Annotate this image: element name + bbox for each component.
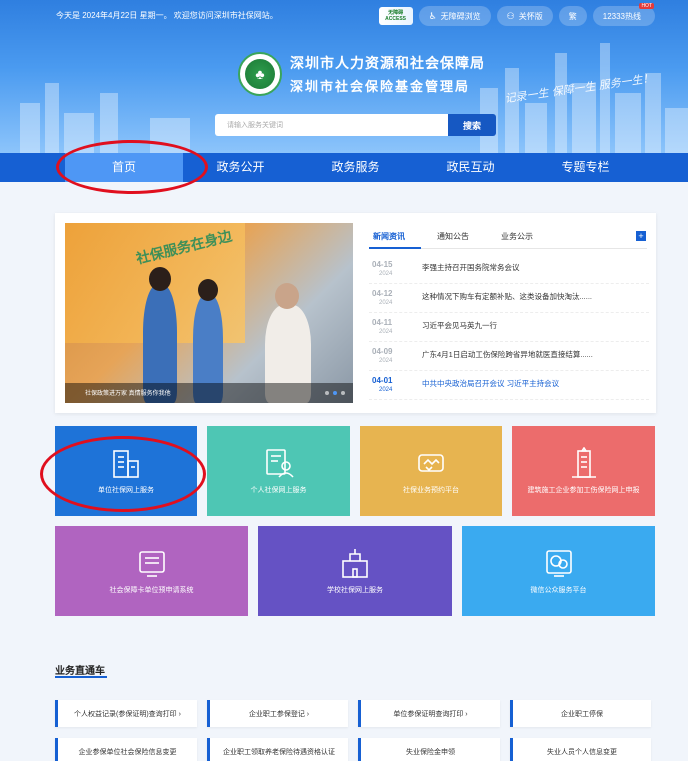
carousel-dot[interactable] xyxy=(341,391,345,395)
elder-mode-button[interactable]: ⚇ 关怀版 xyxy=(496,6,553,26)
carousel-dots xyxy=(325,391,345,395)
news-year: 2024 xyxy=(379,387,393,393)
tile-construction-injury-insurance[interactable]: 建筑施工企业参加工伤保险网上申报 xyxy=(512,426,655,516)
news-item-highlighted[interactable]: 04-01 2024 中共中央政治局召开会议 习近平主持会议 xyxy=(369,371,649,400)
nav-home[interactable]: 首页 xyxy=(65,153,183,182)
active-tab-underline xyxy=(369,247,421,249)
search-bar: 搜索 xyxy=(215,114,496,136)
tab-business-publicity[interactable]: 业务公示 xyxy=(501,231,533,242)
person-card-icon xyxy=(265,449,294,478)
tile-label: 单位社保网上服务 xyxy=(98,487,154,494)
news-year: 2024 xyxy=(379,271,393,277)
tile-label: 学校社保网上服务 xyxy=(327,587,383,594)
hotline-label: 12333热线 xyxy=(602,11,641,21)
office-building-icon xyxy=(113,450,139,478)
news-title[interactable]: 中共中央政治局召开会议 习近平主持会议 xyxy=(422,378,612,389)
tree-icon: ♣ xyxy=(245,59,275,89)
person-head xyxy=(198,279,218,301)
wechat-icon xyxy=(545,550,572,577)
barrier-free-label: 无障碍浏览 xyxy=(440,11,481,21)
news-title[interactable]: 习近平会见马英九一行 xyxy=(422,320,612,331)
date-welcome-text: 今天是 2024年4月22日 星期一。 欢迎您访问深圳市社保网站。 xyxy=(56,11,278,20)
tile-label: 社保业务预约平台 xyxy=(403,487,459,494)
news-title[interactable]: 李强主持召开国务院常务会议 xyxy=(422,262,612,273)
news-year: 2024 xyxy=(379,329,393,335)
more-plus-icon[interactable]: + xyxy=(636,231,646,241)
emblem-icon: ♣ xyxy=(238,52,282,96)
news-date: 04-12 xyxy=(372,289,393,298)
biz-link-pension-qualification[interactable]: 企业职工领取养老保险待遇资格认证 xyxy=(207,738,348,761)
biz-link-unemployed-info-change[interactable]: 失业人员个人信息变更 xyxy=(510,738,651,761)
section-underline xyxy=(55,676,107,678)
news-item[interactable]: 04-09 2024 广东4月1日启动工伤保险跨省异地就医直接结算...... xyxy=(369,342,649,371)
tile-label: 社会保障卡单位预申请系统 xyxy=(109,587,194,594)
nav-interaction[interactable]: 政民互动 xyxy=(413,153,528,182)
tile-unit-social-security[interactable]: 单位社保网上服务 xyxy=(55,426,197,516)
tile-label: 个人社保网上服务 xyxy=(250,487,307,494)
construction-building-icon xyxy=(571,447,596,478)
org-name-primary: 深圳市人力资源和社会保障局 xyxy=(290,55,485,71)
carousel-dot-active[interactable] xyxy=(333,391,337,395)
tile-school-social-security[interactable]: 学校社保网上服务 xyxy=(258,526,452,616)
biz-link-personal-record[interactable]: 个人权益记录(参保证明)查询打印 › xyxy=(55,700,197,727)
news-list: 04-15 2024 李强主持召开国务院常务会议 04-12 2024 这种情况… xyxy=(369,255,649,400)
tile-wechat-service[interactable]: 微信公众服务平台 xyxy=(462,526,655,616)
card-list-icon xyxy=(138,551,165,577)
tile-appointment-platform[interactable]: 社保业务预约平台 xyxy=(360,426,502,516)
top-bar: 今天是 2024年4月22日 星期一。 欢迎您访问深圳市社保网站。 无障碍 AC… xyxy=(0,0,688,32)
tab-news[interactable]: 新闻资讯 xyxy=(373,231,405,242)
barrier-free-button[interactable]: ♿ 无障碍浏览 xyxy=(418,6,491,26)
news-title[interactable]: 广东4月1日启动工伤保险跨省异地就医直接结算...... xyxy=(422,349,612,360)
biz-link-employee-registration[interactable]: 企业职工参保登记 › xyxy=(207,700,348,727)
people-icon: ⚇ xyxy=(506,10,515,21)
traditional-chinese-button[interactable]: 繁 xyxy=(558,6,587,26)
biz-link-employee-stop[interactable]: 企业职工停保 xyxy=(510,700,651,727)
tile-label: 微信公众服务平台 xyxy=(530,587,587,594)
news-year: 2024 xyxy=(379,358,393,364)
news-title[interactable]: 这种情况下购车有定额补贴、这类设备加快淘汰...... xyxy=(422,291,612,302)
person-head xyxy=(275,283,299,309)
news-date: 04-15 xyxy=(372,260,393,269)
news-panel: 社保服务在身边 社保政策进万家 真情服务你我他 新闻资讯 通知公告 业务公示 +… xyxy=(55,213,656,413)
news-year: 2024 xyxy=(379,300,393,306)
business-express-title: 业务直通车 xyxy=(55,666,105,677)
carousel-dot[interactable] xyxy=(325,391,329,395)
elder-mode-label: 关怀版 xyxy=(518,11,543,21)
news-tabs: 新闻资讯 通知公告 业务公示 xyxy=(369,229,647,249)
site-header: 今天是 2024年4月22日 星期一。 欢迎您访问深圳市社保网站。 无障碍 AC… xyxy=(0,0,688,153)
search-button[interactable]: 搜索 xyxy=(448,114,496,136)
organization-names: 深圳市人力资源和社会保障局 深圳市社会保险基金管理局 xyxy=(290,53,485,95)
news-item[interactable]: 04-12 2024 这种情况下购车有定额补贴、这类设备加快淘汰...... xyxy=(369,284,649,313)
nav-special-topics[interactable]: 专题专栏 xyxy=(528,153,643,182)
tile-social-card-preapplication[interactable]: 社会保障卡单位预申请系统 xyxy=(55,526,248,616)
wheelchair-icon: ♿ xyxy=(428,10,437,21)
biz-link-unit-info-change[interactable]: 企业参保单位社会保险信息变更 xyxy=(55,738,197,761)
news-item[interactable]: 04-11 2024 习近平会见马英九一行 xyxy=(369,313,649,342)
search-input[interactable] xyxy=(215,114,448,136)
news-date: 04-01 xyxy=(372,376,393,385)
tile-label: 建筑施工企业参加工伤保险网上申报 xyxy=(527,487,640,494)
news-date: 04-11 xyxy=(372,318,393,327)
school-icon xyxy=(342,549,368,578)
top-utility-buttons: 无障碍 ACCESS ♿ 无障碍浏览 ⚇ 关怀版 繁 12333热线 HOT xyxy=(378,3,655,26)
tab-notices[interactable]: 通知公告 xyxy=(437,231,469,242)
person-head xyxy=(149,267,171,291)
main-nav: 首页 政务公开 政务服务 政民互动 专题专栏 xyxy=(0,153,688,182)
news-date: 04-09 xyxy=(372,347,393,356)
news-carousel-photo[interactable]: 社保服务在身边 社保政策进万家 真情服务你我他 xyxy=(65,223,353,403)
nav-gov-services[interactable]: 政务服务 xyxy=(298,153,413,182)
handshake-icon xyxy=(418,454,444,472)
nav-gov-affairs-public[interactable]: 政务公开 xyxy=(183,153,298,182)
news-item[interactable]: 04-15 2024 李强主持召开国务院常务会议 xyxy=(369,255,649,284)
tile-personal-social-security[interactable]: 个人社保网上服务 xyxy=(207,426,350,516)
biz-link-unit-certificate[interactable]: 单位参保证明查询打印 › xyxy=(358,700,500,727)
site-logo[interactable]: ♣ 深圳市人力资源和社会保障局 深圳市社会保险基金管理局 xyxy=(238,52,485,96)
photo-caption: 社保政策进万家 真情服务你我他 xyxy=(85,391,171,397)
hot-tag: HOT xyxy=(639,3,654,9)
biz-link-unemployment-claim[interactable]: 失业保险金申领 xyxy=(358,738,500,761)
hotline-button[interactable]: 12333热线 HOT xyxy=(592,3,655,26)
org-name-secondary: 深圳市社会保险基金管理局 xyxy=(290,80,471,95)
accessibility-badge[interactable]: 无障碍 ACCESS xyxy=(378,7,413,25)
